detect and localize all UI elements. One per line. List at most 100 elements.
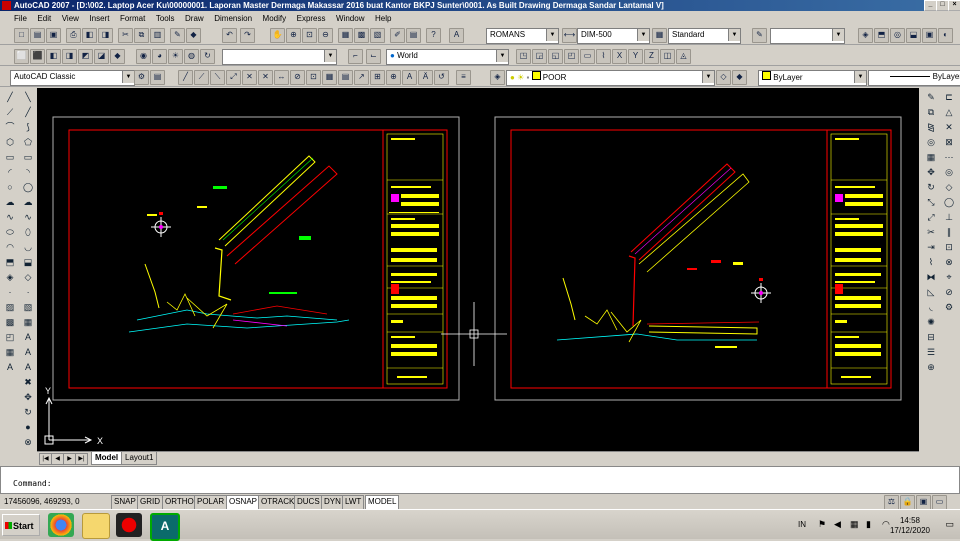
menu-format[interactable]: Format [120,14,145,23]
file-explorer-icon[interactable] [82,513,110,539]
dim-edit-icon[interactable]: A [402,70,417,85]
construction-line-icon[interactable]: ⟋ [3,105,17,119]
menu-dimension[interactable]: Dimension [214,14,252,23]
menu-view[interactable]: View [62,14,79,23]
dim-style-manager-icon[interactable]: ≡ [456,70,471,85]
snap-quadrant-icon[interactable]: ◇ [942,180,956,194]
view-left-icon[interactable]: ◧ [46,49,61,64]
xline-icon[interactable]: ╱ [21,105,35,119]
measure-icon[interactable]: ⊟ [924,330,938,344]
text-style-icon[interactable]: A [449,28,464,43]
color-dropdown[interactable]: ByLayer ▼ [758,70,867,86]
explode-icon[interactable]: ✺ [924,315,938,329]
table-style-dropdown[interactable]: Standard ▼ [668,28,741,44]
view-top-icon[interactable]: ⬜ [14,49,29,64]
clock[interactable]: 14:58 17/12/2020 [890,516,930,536]
erase-icon[interactable]: ✖ [21,375,35,389]
cloud-icon[interactable]: ☁ [21,195,35,209]
workspace-save-icon[interactable]: ▤ [150,70,165,85]
line-icon[interactable]: ╱ [3,90,17,104]
match-properties-icon[interactable]: ✎ [170,28,185,43]
text-style-dropdown[interactable]: ROMANS ▼ [486,28,559,44]
snap-extension-icon[interactable]: ⋯ [942,150,956,164]
construction-line-icon[interactable]: ⟋ [194,70,209,85]
stretch-icon[interactable]: ⤢ [924,210,938,224]
action-center-icon[interactable]: ⚑ [818,519,826,530]
start-button[interactable]: Start [2,514,40,536]
tray-settings-icon[interactable]: ▣ [916,495,931,510]
toolbar-lock-icon[interactable]: 🔒 [900,495,915,510]
point-icon[interactable]: ∙ [21,285,35,299]
design-center-icon[interactable]: ▩ [354,28,369,43]
dim-diameter-icon[interactable]: ⊘ [290,70,305,85]
polygon-icon[interactable]: ⬡ [3,135,17,149]
rotate-icon[interactable]: ↻ [21,405,35,419]
osnap-settings-icon[interactable]: ⚙ [942,300,956,314]
chamfer-icon[interactable]: ◺ [924,285,938,299]
shade-icon[interactable]: ◉ [136,49,151,64]
hatch-icon[interactable]: ▨ [3,300,17,314]
ucs-origin-icon[interactable]: ◲ [532,49,547,64]
ucs-view-icon[interactable]: ▭ [580,49,595,64]
rectangle-icon[interactable]: ▭ [21,150,35,164]
snap-perpendicular-icon[interactable]: ⊥ [942,210,956,224]
ucs-y-icon[interactable]: Y [628,49,643,64]
snap-tangent-icon[interactable]: ◯ [942,195,956,209]
ucs-apply-icon[interactable]: ◫ [660,49,675,64]
polyline-icon[interactable]: ⌒ [3,120,17,134]
dim-aligned-icon[interactable]: ⤢ [226,70,241,85]
dim-angular-icon[interactable]: ✕ [258,70,273,85]
snap-endpoint-icon[interactable]: ⊏ [942,90,956,104]
dyn-toggle[interactable]: DYN [321,495,344,510]
list-icon[interactable]: ☰ [924,345,938,359]
ucs-3point-icon[interactable]: ⌇ [596,49,611,64]
mtext-icon[interactable]: A [3,360,17,374]
multiline-text-icon[interactable]: ✎ [752,28,767,43]
otrack-toggle[interactable]: OTRACK [258,495,298,510]
ellipse-arc-icon[interactable]: ◡ [21,240,35,254]
tab-layout1[interactable]: Layout1 [121,452,158,465]
layer-dropdown[interactable]: ● ☀ ▪ POOR ▼ [506,70,715,86]
leader-icon[interactable]: ↗ [354,70,369,85]
circle-icon[interactable]: ○ [3,180,17,194]
table-icon[interactable]: ▦ [3,345,17,359]
material-icon[interactable]: ◍ [184,49,199,64]
menu-express[interactable]: Express [297,14,326,23]
new-file-icon[interactable]: □ [14,28,29,43]
copy-icon[interactable]: ⧉ [924,105,938,119]
point-icon[interactable]: · [3,285,17,299]
attribute-icon[interactable]: A [21,360,35,374]
line-icon[interactable]: ╱ [178,70,193,85]
center-mark-icon[interactable]: ⊕ [386,70,401,85]
block-icon[interactable]: ◈ [858,28,873,43]
snap-apparent-icon[interactable]: ⊠ [942,135,956,149]
properties-icon[interactable]: ▦ [338,28,353,43]
speaker-icon[interactable]: ◀ [834,519,841,530]
fillet-icon[interactable]: ◟ [924,300,938,314]
view-right-icon[interactable]: ◨ [62,49,77,64]
last-tab-icon[interactable]: ▶| [75,453,88,465]
image-icon[interactable]: ▣ [922,28,937,43]
tool-palettes-icon[interactable]: ▧ [370,28,385,43]
battery-icon[interactable]: ▮ [866,519,871,530]
spline-icon[interactable]: ∿ [3,210,17,224]
dim-update-icon[interactable]: ↺ [434,70,449,85]
blank-dropdown[interactable]: ▼ [770,28,845,44]
view-bottom-icon[interactable]: ⬛ [30,49,45,64]
text-icon[interactable]: A [21,345,35,359]
publish-icon[interactable]: ◨ [98,28,113,43]
rectangle-icon[interactable]: ▭ [3,150,17,164]
break-icon[interactable]: ⌇ [924,255,938,269]
dim-text-edit-icon[interactable]: Ä [418,70,433,85]
tolerance-icon[interactable]: ⊞ [370,70,385,85]
trim-icon[interactable]: ✂ [924,225,938,239]
join-icon[interactable]: ⧓ [924,270,938,284]
markup-icon[interactable]: ✐ [390,28,405,43]
copy-icon[interactable]: ⧉ [134,28,149,43]
view-front-icon[interactable]: ◩ [78,49,93,64]
pan-icon[interactable]: ✋ [270,28,285,43]
light-icon[interactable]: ☀ [168,49,183,64]
insert-block-icon[interactable]: ⬒ [3,255,17,269]
stop-icon[interactable]: ● [21,420,35,434]
arc-icon[interactable]: ◝ [21,165,35,179]
